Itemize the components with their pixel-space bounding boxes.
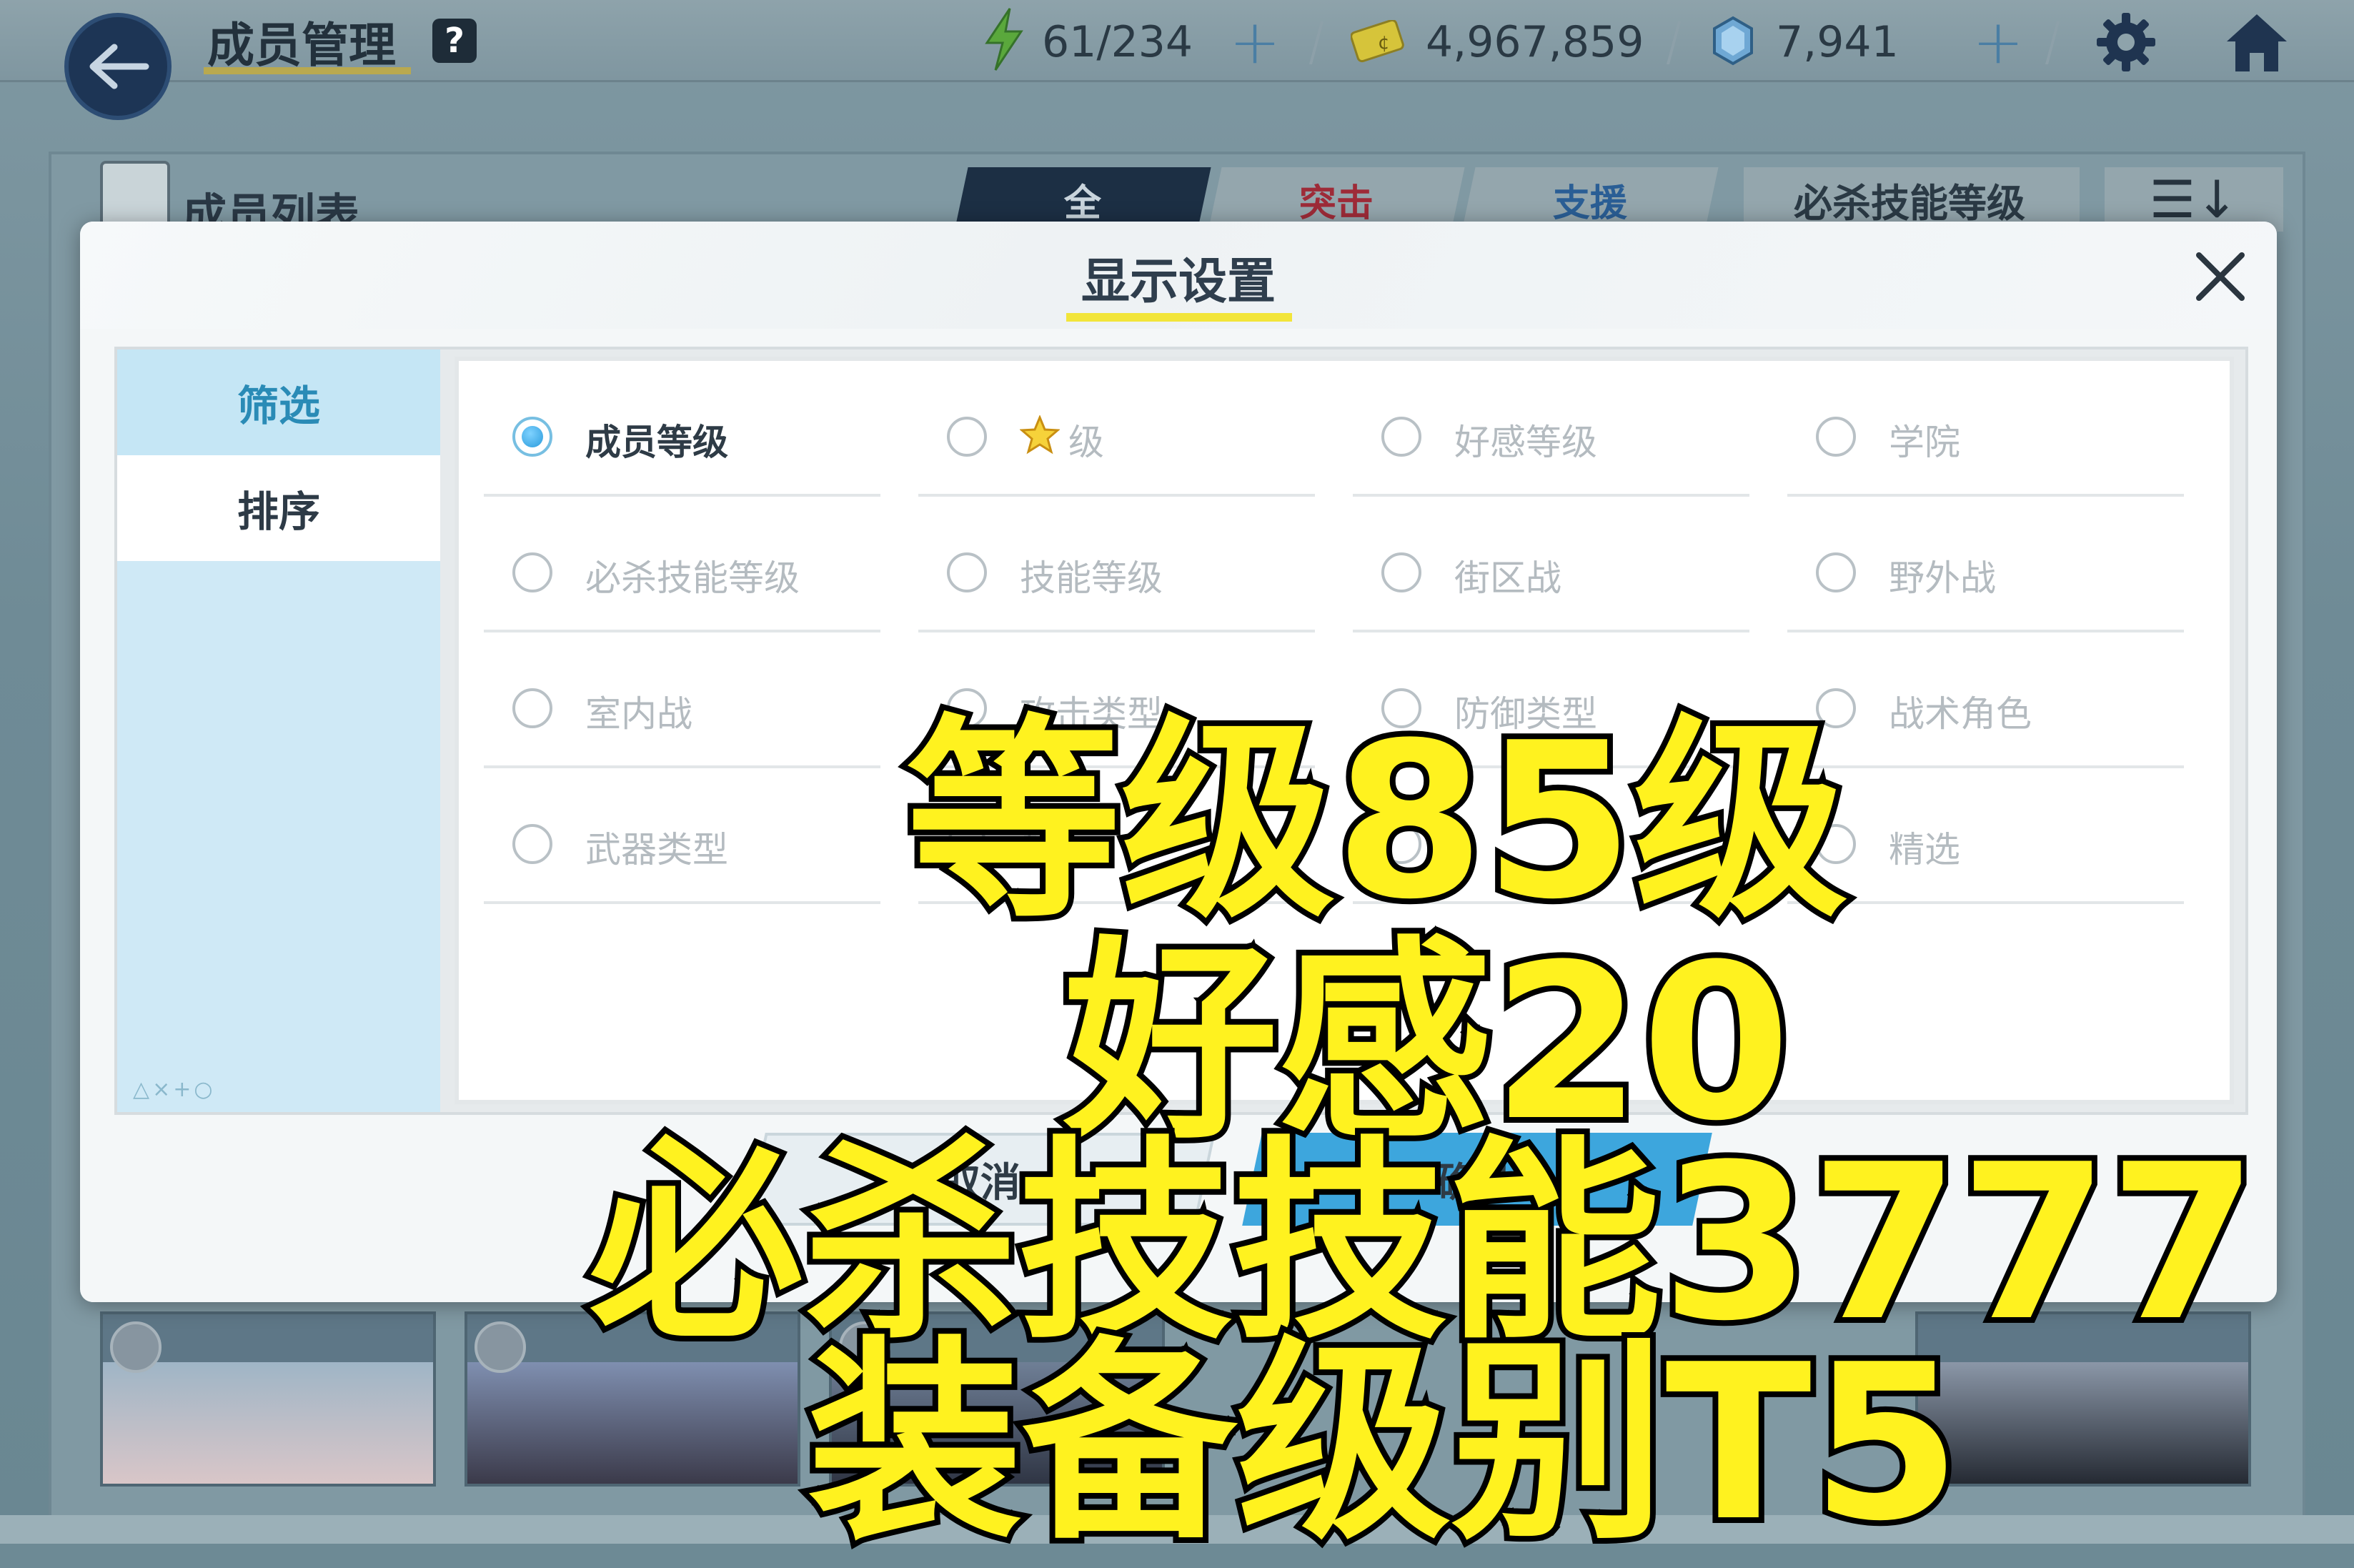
option-label: 射 [1020, 829, 1056, 870]
page-title: 成员管理 [207, 18, 396, 73]
option-label: 室内战 [585, 693, 692, 735]
character-portrait [1918, 1362, 2248, 1484]
back-button[interactable] [64, 13, 172, 120]
radio[interactable] [512, 824, 552, 864]
nav-filter[interactable]: 筛选 [117, 349, 440, 455]
member-cards [100, 1311, 2251, 1497]
radio[interactable] [947, 552, 987, 592]
display-settings-dialog: 显示设置 筛选 排序 △×+○ 成员等级 级 好感等级 学院 必杀技能等级 技能… [80, 222, 2277, 1302]
close-button[interactable] [2181, 237, 2260, 316]
radio[interactable] [947, 824, 987, 864]
svg-text:¢: ¢ [1378, 32, 1390, 54]
option-label: 攻击类型 [1020, 693, 1163, 735]
home-icon[interactable] [2223, 10, 2291, 77]
option-featured[interactable]: 精选 [1787, 768, 2184, 904]
confirm-button[interactable]: 确认 [1242, 1133, 1712, 1226]
option-academy[interactable]: 学院 [1787, 361, 2184, 497]
option-label: 级 [1019, 414, 1104, 465]
option-label: 防御类型 [1454, 693, 1597, 735]
cancel-button[interactable]: 取消 [745, 1133, 1216, 1226]
pin-icon[interactable] [475, 1321, 526, 1373]
option-outdoor[interactable]: 野外战 [1787, 497, 2184, 632]
radio[interactable] [1381, 824, 1421, 864]
radio[interactable] [512, 552, 552, 592]
star-icon [1019, 415, 1061, 464]
radio[interactable] [1381, 688, 1421, 728]
sort-options: 成员等级 级 好感等级 学院 必杀技能等级 技能等级 街区战 野外战 室内战 攻… [455, 357, 2234, 1104]
divider [1308, 21, 1324, 64]
option-star-level[interactable]: 级 [918, 361, 1315, 497]
option-label: 成员等级 [585, 422, 728, 463]
option-skill-level[interactable]: 技能等级 [918, 497, 1315, 632]
help-button[interactable]: ? [432, 19, 477, 63]
option-attack-type[interactable]: 攻击类型 [918, 632, 1315, 768]
side-nav: 筛选 排序 △×+○ [117, 349, 440, 1112]
option-weapon-type[interactable]: 武器类型 [484, 768, 880, 904]
credits-value: 4,967,859 [1426, 17, 1644, 67]
top-bar: 成员管理 ? 61/234 + ¢ 4,967,859 7,941 + [0, 0, 2354, 120]
option-label: 街区战 [1454, 557, 1561, 599]
dialog-body: 筛选 排序 △×+○ 成员等级 级 好感等级 学院 必杀技能等级 技能等级 街区… [114, 347, 2248, 1115]
option-member-level[interactable]: 成员等级 [484, 361, 880, 497]
nav-sort[interactable]: 排序 [117, 455, 440, 561]
radio[interactable] [512, 688, 552, 728]
pin-icon[interactable] [110, 1321, 162, 1373]
option-defense-type[interactable]: 防御类型 [1353, 632, 1749, 768]
character-portrait [832, 1362, 1162, 1484]
divider [1353, 901, 1749, 904]
gems-value: 7,941 [1776, 17, 1899, 67]
dialog-header: 显示设置 [80, 222, 2277, 329]
member-card[interactable] [829, 1311, 1165, 1487]
lightning-icon [983, 7, 1025, 74]
option-ex-skill-level[interactable]: 必杀技能等级 [484, 497, 880, 632]
radio[interactable] [1816, 417, 1856, 457]
option-label: 必杀技能等级 [585, 557, 800, 599]
member-card[interactable] [465, 1311, 800, 1487]
divider [1666, 21, 1682, 64]
option-label: 学院 [1889, 422, 1960, 463]
option-indoor[interactable]: 室内战 [484, 632, 880, 768]
bottom-strip [0, 1515, 2354, 1544]
character-portrait [103, 1362, 433, 1484]
decoration-symbols: △×+○ [133, 1077, 216, 1102]
gear-icon[interactable] [2094, 10, 2158, 77]
option-label: 野外战 [1889, 557, 1996, 599]
option-range[interactable]: 射 [918, 768, 1315, 904]
radio[interactable] [1816, 824, 1856, 864]
divider [1787, 901, 2184, 904]
option-label: 好感等级 [1454, 422, 1597, 463]
divider [484, 901, 880, 904]
radio[interactable] [947, 417, 987, 457]
title-highlight [1066, 313, 1292, 322]
divider [918, 901, 1315, 904]
option-label: 技能等级 [1020, 557, 1163, 599]
arrow-left-icon [89, 44, 149, 89]
credit-card-icon: ¢ [1350, 19, 1408, 66]
option-label: 精选 [1889, 829, 1960, 870]
radio[interactable] [1816, 688, 1856, 728]
stamina-value: 61/234 [1042, 17, 1193, 67]
add-stamina-button[interactable]: + [1229, 6, 1281, 78]
divider [2045, 21, 2060, 64]
radio[interactable] [1381, 417, 1421, 457]
radio[interactable] [947, 688, 987, 728]
option-label: 武器类型 [585, 829, 728, 870]
radio-selected[interactable] [512, 417, 552, 457]
option-tactical-role[interactable]: 战术角色 [1787, 632, 2184, 768]
member-card[interactable] [100, 1311, 436, 1487]
option-obscured[interactable] [1353, 768, 1749, 904]
radio[interactable] [1816, 552, 1856, 592]
title-underline [204, 67, 411, 74]
add-gems-button[interactable]: + [1972, 6, 2024, 78]
close-icon [2196, 252, 2245, 301]
character-portrait [467, 1362, 798, 1484]
option-label: 战术角色 [1889, 693, 2032, 735]
gem-icon [1712, 16, 1754, 69]
dialog-title: 显示设置 [1081, 254, 1276, 310]
option-urban[interactable]: 街区战 [1353, 497, 1749, 632]
member-card[interactable] [1915, 1311, 2251, 1487]
radio[interactable] [1381, 552, 1421, 592]
pin-icon[interactable] [839, 1321, 890, 1373]
option-affection-level[interactable]: 好感等级 [1353, 361, 1749, 497]
